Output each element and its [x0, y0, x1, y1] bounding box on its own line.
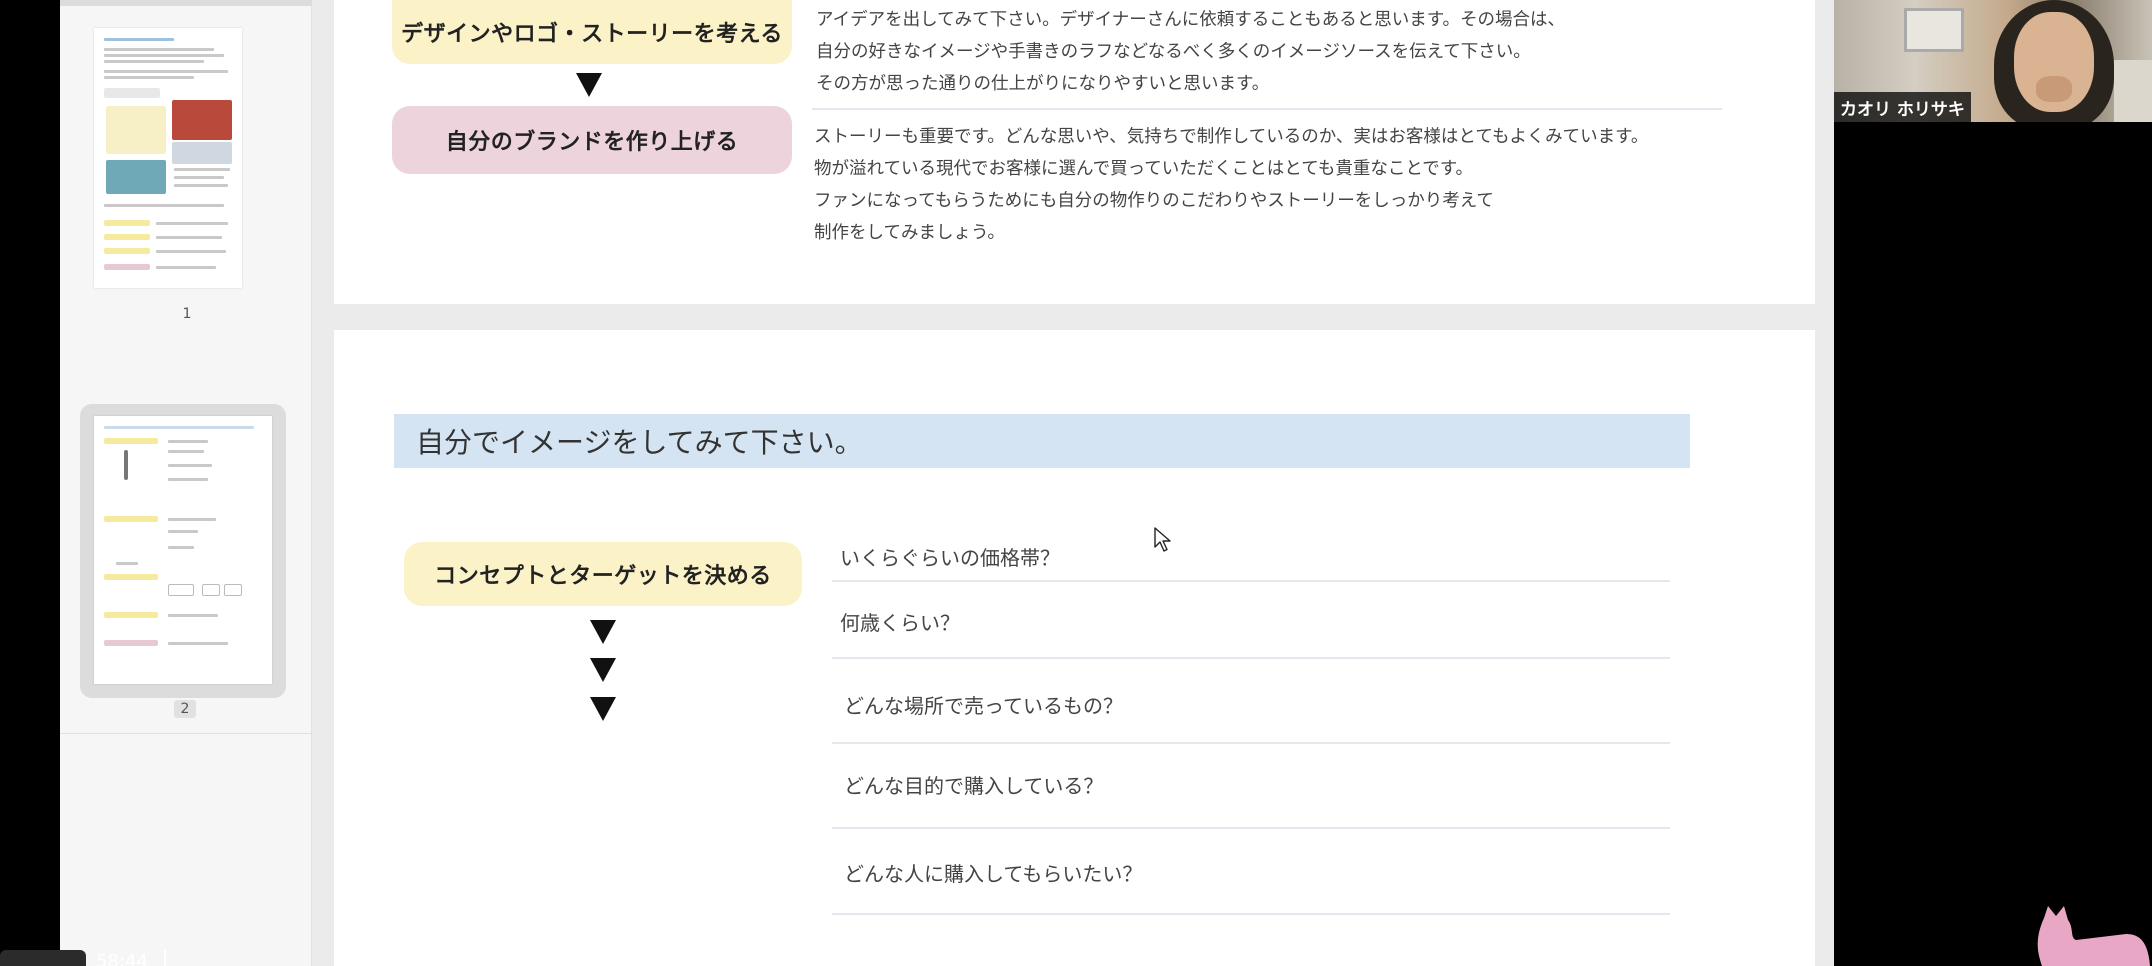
brand-text-line: 物が溢れている現代でお客様に選んで買っていただくことはとても貴重なことです。: [814, 159, 1474, 179]
question-price-range: いくらぐらいの価格帯？: [840, 546, 1060, 570]
question-purpose: どんな目的で購入している？: [844, 774, 1104, 798]
down-arrow-icon: [590, 658, 616, 682]
page-thumbnail-1[interactable]: [80, 18, 286, 294]
document-page-1: デザインやロゴ・ストーリーを考える 自分のブランドを作り上げる アイデアを出して…: [334, 0, 1815, 304]
question-divider: [832, 657, 1670, 659]
video-background-wall: [2114, 60, 2152, 122]
step-concept-pill: コンセプトとターゲットを決める: [404, 542, 802, 606]
thumbnail-page-number-selected: 2: [174, 700, 196, 718]
mouse-cursor-icon: [1154, 527, 1171, 552]
left-margin: [0, 0, 60, 966]
playback-timecode: 58:44: [96, 951, 148, 966]
brand-description: ストーリーも重要です。どんな思いや、気持ちで制作しているのか、実はお客様はとても…: [814, 121, 1648, 249]
question-sales-place: どんな場所で売っているもの？: [844, 694, 1123, 718]
sidebar-divider: [60, 733, 312, 734]
step-brand-pill: 自分のブランドを作り上げる: [392, 106, 792, 174]
section-heading: 自分でイメージをしてみて下さい。: [394, 414, 1690, 468]
video-panel: カオリ ホリサキ: [1834, 0, 2152, 966]
brand-text-line: ストーリーも重要です。どんな思いや、気持ちで制作しているのか、実はお客様はとても…: [814, 127, 1649, 147]
document-page-2: 自分でイメージをしてみて下さい。 コンセプトとターゲットを決める いくらぐらいの…: [334, 330, 1815, 966]
thumbnail-page-number: 1: [182, 306, 192, 322]
participant-hand: [2036, 76, 2072, 102]
design-text-line: 自分の好きなイメージや手書きのラフなどなるべく多くのイメージソースを伝えて下さい…: [816, 42, 1531, 62]
question-divider: [832, 913, 1670, 915]
design-text-line: その方が思った通りの仕上がりになりやすいと思います。: [816, 74, 1270, 94]
question-age: 何歳くらい？: [840, 611, 960, 635]
design-description: アイデアを出してみて下さい。デザイナーさんに依頼することもあると思います。その場…: [816, 4, 1565, 100]
question-divider: [832, 827, 1670, 829]
brand-text-line: 制作をしてみましょう。: [814, 223, 1005, 243]
step-design-pill: デザインやロゴ・ストーリーを考える: [392, 0, 792, 64]
thumbnail-page-1-preview: [94, 28, 242, 288]
down-arrow-icon: [590, 697, 616, 721]
page-thumbnail-sidebar[interactable]: 1 2: [60, 0, 312, 966]
thumbnail-page-2-preview: [94, 416, 272, 684]
question-divider: [832, 580, 1670, 582]
design-text-line: アイデアを出してみて下さい。デザイナーさんに依頼することもあると思います。その場…: [816, 10, 1565, 30]
page-thumbnail-2[interactable]: [80, 404, 286, 698]
document-view[interactable]: デザインやロゴ・ストーリーを考える 自分のブランドを作り上げる アイデアを出して…: [312, 0, 1834, 966]
row-divider: [812, 108, 1722, 110]
brand-text-line: ファンになってもらうためにも自分の物作りのこだわりやストーリーをしっかり考えて: [814, 191, 1494, 211]
question-divider: [832, 742, 1670, 744]
down-arrow-icon: [590, 620, 616, 644]
question-target-person: どんな人に購入してもらいたい？: [844, 862, 1143, 886]
player-control-tab[interactable]: [0, 950, 86, 966]
participant-name-tag: カオリ ホリサキ: [1834, 92, 1971, 122]
participant-video-tile[interactable]: カオリ ホリサキ: [1834, 0, 2152, 122]
playhead-marker[interactable]: [164, 950, 166, 966]
video-background-monitor: [1904, 8, 1964, 52]
cat-sticker-icon: [2037, 906, 2150, 966]
down-arrow-icon: [576, 73, 602, 97]
sidebar-top-edge: [60, 0, 312, 6]
